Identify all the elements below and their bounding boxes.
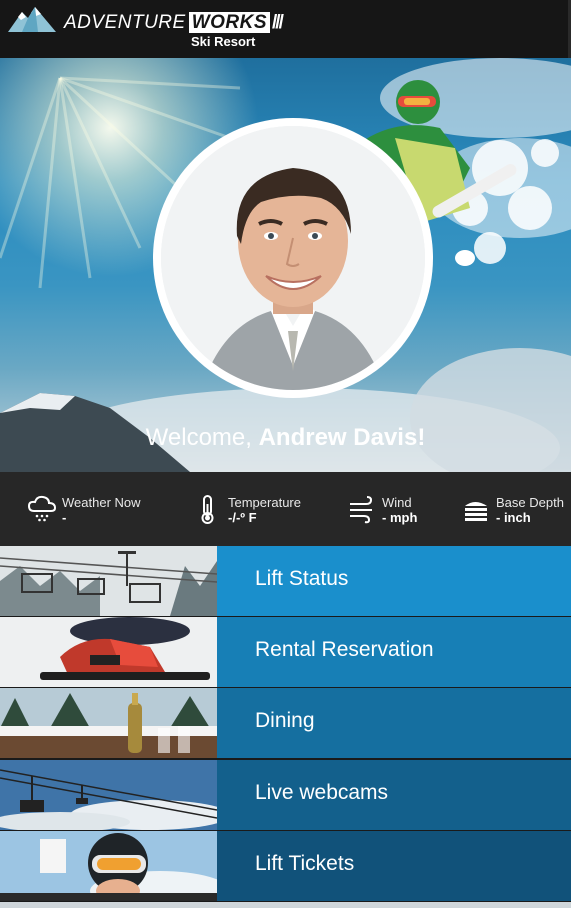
ski-boots-photo-thumbnail [0, 617, 217, 687]
snow-layers-icon [465, 502, 487, 521]
user-avatar[interactable] [161, 126, 425, 390]
stat-base-depth: Base Depth - inch [462, 494, 568, 526]
main-menu: Lift Status Rental Reservation Dining Li… [0, 546, 571, 902]
menu-tile[interactable]: Dining [217, 688, 571, 758]
champagne-snow-photo-thumbnail [0, 688, 217, 758]
menu-item-lift-status[interactable]: Lift Status [0, 546, 571, 616]
brand-light: ADVENTURE [64, 12, 186, 33]
brand-name: ADVENTURE WORKS/// [64, 12, 284, 34]
app-header: ADVENTURE WORKS/// Ski Resort [0, 0, 571, 58]
brand-subtitle: Ski Resort [191, 34, 256, 49]
stat-value: - [62, 510, 67, 525]
menu-label: Live webcams [255, 781, 389, 804]
stat-label: Temperature [228, 495, 301, 510]
stat-label: Base Depth [496, 495, 564, 510]
user-portrait-image [161, 126, 425, 390]
cloud-snow-icon [28, 495, 56, 522]
brand-slashes: /// [272, 12, 284, 33]
menu-item-dining[interactable]: Dining [0, 688, 571, 758]
stat-label: Wind [382, 495, 412, 510]
stat-value: - inch [496, 510, 531, 525]
wind-icon [350, 496, 373, 524]
menu-item-live-webcams[interactable]: Live webcams [0, 760, 571, 830]
lift-sky-photo-thumbnail [0, 760, 217, 830]
bottom-scroll-edge [0, 902, 571, 908]
menu-tile[interactable]: Rental Reservation [217, 617, 571, 687]
menu-tile[interactable]: Lift Tickets [217, 831, 571, 901]
hero-banner: Welcome, Andrew Davis! [0, 58, 571, 472]
conditions-bar: Weather Now - Temperature -/-º F Wind - … [0, 472, 571, 546]
stat-temperature: Temperature -/-º F [196, 494, 336, 526]
stat-value: -/-º F [228, 510, 257, 525]
menu-item-lift-tickets[interactable]: Lift Tickets [0, 831, 571, 901]
menu-tile[interactable]: Live webcams [217, 760, 571, 830]
welcome-prefix: Welcome, [145, 424, 259, 451]
stat-wind: Wind - mph [348, 494, 448, 526]
menu-item-rental-reservation[interactable]: Rental Reservation [0, 617, 571, 687]
menu-tile[interactable]: Lift Status [217, 546, 571, 616]
menu-label: Rental Reservation [255, 638, 434, 661]
chairlift-photo-thumbnail [0, 546, 217, 616]
menu-label: Dining [255, 709, 315, 732]
user-name: Andrew Davis! [258, 424, 426, 451]
menu-label: Lift Status [255, 567, 349, 590]
skier-goggles-photo-thumbnail [0, 831, 217, 901]
mountain-logo-icon [8, 7, 56, 32]
stat-weather-now: Weather Now - [28, 494, 178, 526]
stat-label: Weather Now [62, 495, 141, 510]
thermometer-icon [201, 495, 214, 524]
brand-bold: WORKS [188, 12, 271, 33]
stat-value: - mph [382, 510, 418, 525]
welcome-message: Welcome, Andrew Davis! [0, 424, 571, 452]
menu-label: Lift Tickets [255, 852, 355, 875]
